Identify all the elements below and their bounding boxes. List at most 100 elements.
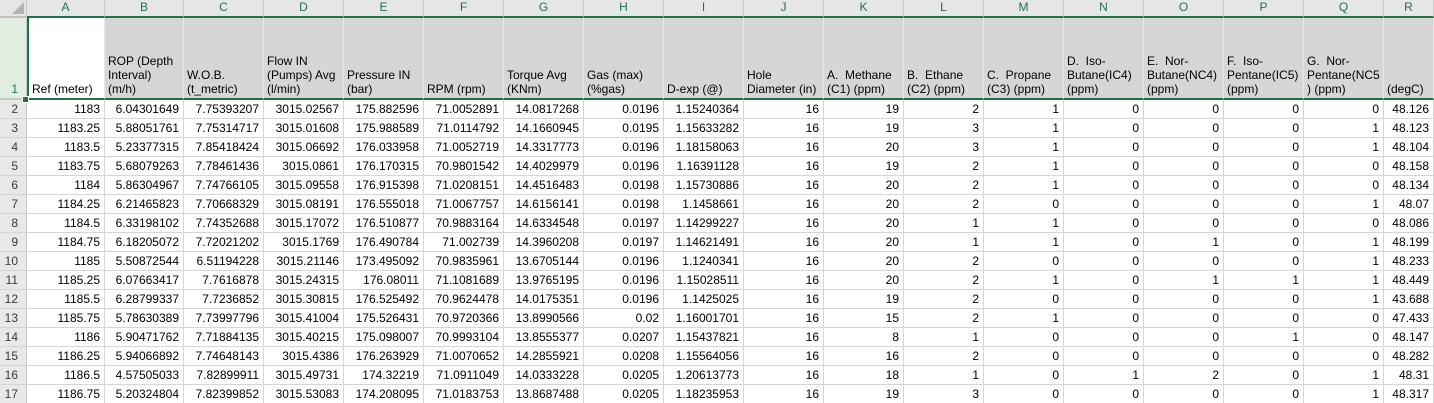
row-header-6[interactable]: 6 [0, 176, 27, 195]
cell-B13[interactable]: 5.78630389 [105, 309, 184, 328]
header-cell-H1[interactable]: Gas (max) (%gas) [584, 18, 664, 100]
cell-K5[interactable]: 19 [824, 157, 904, 176]
cell-Q2[interactable]: 0 [1304, 100, 1384, 119]
row-header-12[interactable]: 12 [0, 290, 27, 309]
cell-A8[interactable]: 1184.5 [27, 214, 105, 233]
cell-N3[interactable]: 0 [1064, 119, 1144, 138]
cell-D16[interactable]: 3015.49731 [264, 366, 344, 385]
cell-M17[interactable]: 0 [984, 385, 1064, 403]
cell-H3[interactable]: 0.0195 [584, 119, 664, 138]
cell-F12[interactable]: 70.9624478 [424, 290, 504, 309]
cell-C7[interactable]: 7.70668329 [184, 195, 264, 214]
cell-R4[interactable]: 48.104 [1384, 138, 1434, 157]
cell-R5[interactable]: 48.158 [1384, 157, 1434, 176]
cell-C16[interactable]: 7.82899911 [184, 366, 264, 385]
cell-J8[interactable]: 16 [744, 214, 824, 233]
cell-E16[interactable]: 174.32219 [344, 366, 424, 385]
header-cell-F1[interactable]: RPM (rpm) [424, 18, 504, 100]
cell-C10[interactable]: 6.51194228 [184, 252, 264, 271]
cell-O4[interactable]: 0 [1144, 138, 1224, 157]
cell-F16[interactable]: 71.0911049 [424, 366, 504, 385]
cell-F8[interactable]: 70.9883164 [424, 214, 504, 233]
cell-L16[interactable]: 1 [904, 366, 984, 385]
cell-M16[interactable]: 0 [984, 366, 1064, 385]
cell-G7[interactable]: 14.6156141 [504, 195, 584, 214]
cell-J11[interactable]: 16 [744, 271, 824, 290]
cell-G17[interactable]: 13.8687488 [504, 385, 584, 403]
column-header-F[interactable]: F [424, 0, 504, 18]
cell-B7[interactable]: 6.21465823 [105, 195, 184, 214]
cell-E5[interactable]: 176.170315 [344, 157, 424, 176]
cell-Q6[interactable]: 0 [1304, 176, 1384, 195]
cell-A3[interactable]: 1183.25 [27, 119, 105, 138]
cell-K6[interactable]: 20 [824, 176, 904, 195]
cell-G4[interactable]: 14.3317773 [504, 138, 584, 157]
cell-A10[interactable]: 1185 [27, 252, 105, 271]
cell-A2[interactable]: 1183 [27, 100, 105, 119]
header-cell-D1[interactable]: Flow IN (Pumps) Avg (l/min) [264, 18, 344, 100]
header-cell-N1[interactable]: D. Iso-Butane(IC4) (ppm) [1064, 18, 1144, 100]
cell-J16[interactable]: 16 [744, 366, 824, 385]
cell-P15[interactable]: 0 [1224, 347, 1304, 366]
cell-A17[interactable]: 1186.75 [27, 385, 105, 403]
cell-N14[interactable]: 0 [1064, 328, 1144, 347]
cell-E10[interactable]: 173.495092 [344, 252, 424, 271]
column-header-E[interactable]: E [344, 0, 424, 18]
row-header-16[interactable]: 16 [0, 366, 27, 385]
column-header-A[interactable]: A [27, 0, 105, 18]
cell-I13[interactable]: 1.16001701 [664, 309, 744, 328]
cell-P10[interactable]: 0 [1224, 252, 1304, 271]
cell-P8[interactable]: 0 [1224, 214, 1304, 233]
cell-M11[interactable]: 1 [984, 271, 1064, 290]
cell-P16[interactable]: 0 [1224, 366, 1304, 385]
cell-Q10[interactable]: 1 [1304, 252, 1384, 271]
cell-J5[interactable]: 16 [744, 157, 824, 176]
cell-O13[interactable]: 0 [1144, 309, 1224, 328]
cell-O7[interactable]: 0 [1144, 195, 1224, 214]
cell-N8[interactable]: 0 [1064, 214, 1144, 233]
column-header-C[interactable]: C [184, 0, 264, 18]
header-cell-L1[interactable]: B. Ethane (C2) (ppm) [904, 18, 984, 100]
cell-E3[interactable]: 175.988589 [344, 119, 424, 138]
cell-N4[interactable]: 0 [1064, 138, 1144, 157]
cell-I5[interactable]: 1.16391128 [664, 157, 744, 176]
cell-D9[interactable]: 3015.1769 [264, 233, 344, 252]
row-header-7[interactable]: 7 [0, 195, 27, 214]
row-header-8[interactable]: 8 [0, 214, 27, 233]
cell-L15[interactable]: 2 [904, 347, 984, 366]
cell-C15[interactable]: 7.74648143 [184, 347, 264, 366]
column-header-G[interactable]: G [504, 0, 584, 18]
cell-P2[interactable]: 0 [1224, 100, 1304, 119]
cell-G11[interactable]: 13.9765195 [504, 271, 584, 290]
cell-I15[interactable]: 1.15564056 [664, 347, 744, 366]
cell-M6[interactable]: 1 [984, 176, 1064, 195]
cell-N2[interactable]: 0 [1064, 100, 1144, 119]
cell-E2[interactable]: 175.882596 [344, 100, 424, 119]
fill-handle[interactable] [22, 96, 29, 103]
cell-C12[interactable]: 7.7236852 [184, 290, 264, 309]
cell-H11[interactable]: 0.0196 [584, 271, 664, 290]
row-header-9[interactable]: 9 [0, 233, 27, 252]
cell-O15[interactable]: 0 [1144, 347, 1224, 366]
cell-G2[interactable]: 14.0817268 [504, 100, 584, 119]
cell-O3[interactable]: 0 [1144, 119, 1224, 138]
cell-R11[interactable]: 48.449 [1384, 271, 1434, 290]
header-cell-E1[interactable]: Pressure IN (bar) [344, 18, 424, 100]
row-header-5[interactable]: 5 [0, 157, 27, 176]
cell-K11[interactable]: 20 [824, 271, 904, 290]
cell-F3[interactable]: 71.0114792 [424, 119, 504, 138]
cell-M13[interactable]: 1 [984, 309, 1064, 328]
row-header-1[interactable]: 1 [0, 18, 27, 100]
cell-B15[interactable]: 5.94066892 [105, 347, 184, 366]
cell-B11[interactable]: 6.07663417 [105, 271, 184, 290]
cell-R14[interactable]: 48.147 [1384, 328, 1434, 347]
cell-Q17[interactable]: 1 [1304, 385, 1384, 403]
cell-J13[interactable]: 16 [744, 309, 824, 328]
column-header-B[interactable]: B [105, 0, 184, 18]
cell-H14[interactable]: 0.0207 [584, 328, 664, 347]
cell-B5[interactable]: 5.68079263 [105, 157, 184, 176]
cell-P6[interactable]: 0 [1224, 176, 1304, 195]
row-header-4[interactable]: 4 [0, 138, 27, 157]
cell-L5[interactable]: 2 [904, 157, 984, 176]
cell-N6[interactable]: 0 [1064, 176, 1144, 195]
